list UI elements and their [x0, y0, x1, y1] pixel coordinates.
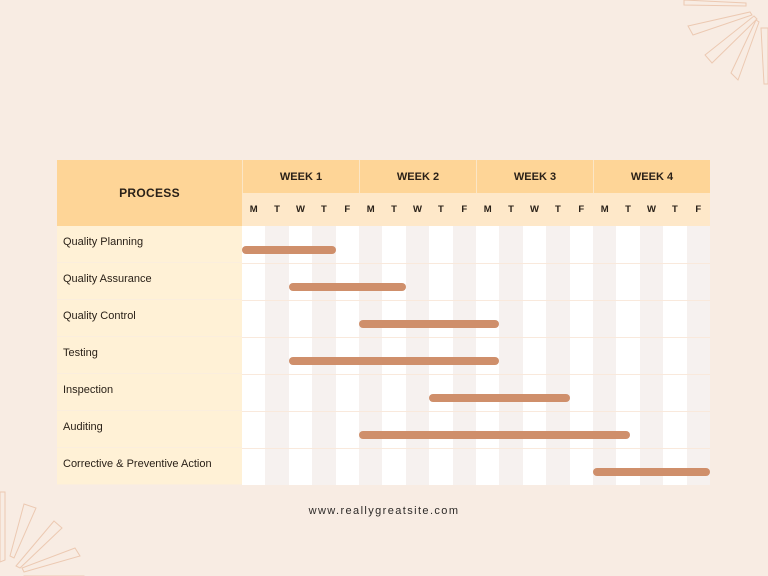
- day-header: W: [639, 193, 664, 226]
- day-column: [616, 226, 640, 485]
- week-header: WEEK 2: [359, 160, 476, 193]
- day-column: [569, 226, 593, 485]
- week-header: WEEK 4: [593, 160, 710, 193]
- day-column: [312, 226, 336, 485]
- day-column: [522, 226, 547, 485]
- day-header: F: [452, 193, 476, 226]
- day-column: [359, 226, 383, 485]
- day-header: T: [546, 193, 570, 226]
- task-label: Corrective & Preventive Action: [57, 448, 242, 485]
- process-header: PROCESS: [57, 160, 242, 226]
- day-column: [382, 226, 406, 485]
- week-header: WEEK 1: [242, 160, 359, 193]
- task-bar: [359, 320, 500, 328]
- day-header: F: [335, 193, 359, 226]
- day-header: W: [522, 193, 547, 226]
- row-divider: [242, 337, 710, 338]
- task-bar: [593, 468, 710, 476]
- day-header: T: [429, 193, 453, 226]
- day-column: [499, 226, 523, 485]
- day-column: [663, 226, 687, 485]
- day-column: [686, 226, 710, 485]
- day-column: [405, 226, 430, 485]
- row-divider: [242, 411, 710, 412]
- day-header: T: [265, 193, 289, 226]
- day-header: T: [312, 193, 336, 226]
- row-divider: [242, 374, 710, 375]
- day-column: [639, 226, 664, 485]
- task-bar: [288, 283, 406, 291]
- day-column: [335, 226, 359, 485]
- task-label: Quality Control: [57, 300, 242, 337]
- task-bar: [359, 431, 631, 439]
- day-header: M: [476, 193, 500, 226]
- task-bar: [288, 357, 500, 365]
- day-column: [593, 226, 617, 485]
- day-header: F: [686, 193, 710, 226]
- day-column: [452, 226, 476, 485]
- day-column: [546, 226, 570, 485]
- task-label: Auditing: [57, 411, 242, 448]
- task-label: Quality Assurance: [57, 263, 242, 300]
- day-column: [288, 226, 313, 485]
- day-header: F: [569, 193, 593, 226]
- task-label: Inspection: [57, 374, 242, 411]
- day-header: W: [288, 193, 313, 226]
- day-column: [242, 226, 266, 485]
- footer-website: www.reallygreatsite.com: [308, 505, 460, 517]
- row-divider: [242, 263, 710, 264]
- day-column: [429, 226, 453, 485]
- day-header: W: [405, 193, 430, 226]
- row-divider: [242, 448, 710, 449]
- day-header: T: [663, 193, 687, 226]
- task-bar: [429, 394, 570, 402]
- day-header: T: [382, 193, 406, 226]
- gantt-chart: PROCESS WEEK 1 WEEK 2 WEEK 3 WEEK 4 MTWTFMT…: [57, 160, 710, 485]
- task-label: Testing: [57, 337, 242, 374]
- day-header: M: [359, 193, 383, 226]
- decorative-rays-top-right: [683, 0, 768, 85]
- day-header: M: [593, 193, 617, 226]
- task-label: Quality Planning: [57, 226, 242, 263]
- day-header: T: [616, 193, 640, 226]
- decorative-rays-bottom-left: [0, 491, 85, 576]
- day-column: [476, 226, 500, 485]
- day-column: [265, 226, 289, 485]
- task-bar: [242, 246, 336, 254]
- day-header: T: [499, 193, 523, 226]
- row-divider: [242, 300, 710, 301]
- day-header: M: [242, 193, 266, 226]
- week-header: WEEK 3: [476, 160, 593, 193]
